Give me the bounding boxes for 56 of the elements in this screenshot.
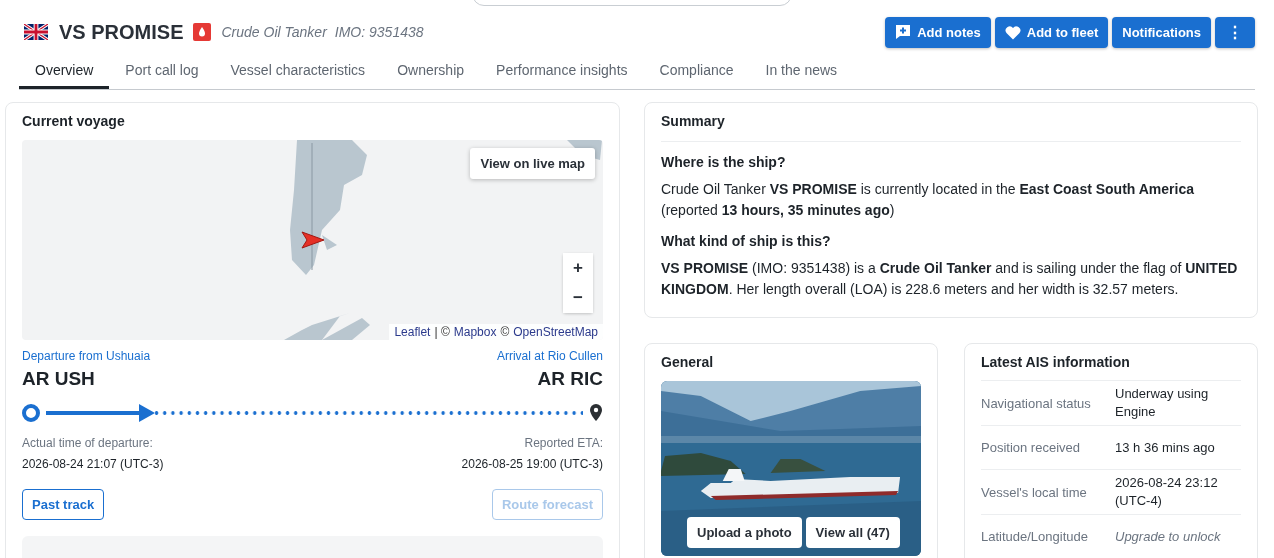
time-label: Actual time of departure: [22, 436, 154, 450]
tab[interactable]: Performance insights [480, 54, 644, 89]
time-value: 2026-08-24 21:07 (UTC-3) [22, 457, 164, 471]
photo-button[interactable]: View all (47) [805, 517, 900, 548]
vessel-name: VS PROMISE [59, 20, 184, 44]
attribution-text: © [500, 325, 510, 339]
field-value: Underway using Engine [1115, 385, 1210, 421]
tab[interactable]: Vessel characteristics [214, 54, 382, 89]
tab[interactable]: Port call log [109, 54, 215, 89]
oil-drop-icon [193, 23, 212, 41]
heart-icon [1004, 24, 1021, 40]
section-heading: What kind of ship is this? [661, 233, 832, 249]
arrival-link[interactable]: Arrival at Rio Cullen [496, 349, 603, 363]
note-add-icon [895, 24, 912, 40]
card-title: General [661, 354, 715, 370]
field-label: Latitude/Longitude [981, 529, 1089, 544]
field-label: Navigational status [981, 395, 1092, 411]
zoom-in-button[interactable]: + [563, 253, 593, 283]
card-title: Current voyage [22, 113, 126, 129]
origin-icon [22, 404, 40, 422]
summary-paragraph: Crude Oil Tanker VS PROMISE is currently located in the East Coast South America (reported 13 hours, 35 minutes ago) [661, 180, 1195, 220]
tab[interactable]: Ownership [381, 54, 481, 89]
photo-button[interactable]: Upload a photo [687, 517, 802, 548]
field-label: Vessel's local time [981, 484, 1088, 500]
port-code: AR USH [22, 368, 96, 390]
action-button[interactable]: Add notes [885, 16, 991, 48]
location-pin-icon [589, 404, 603, 422]
tab[interactable]: Compliance [643, 54, 750, 89]
ship-marker-icon [301, 231, 325, 249]
attribution-link[interactable]: Leaflet [394, 325, 431, 339]
field-label: Position received [981, 440, 1081, 455]
live-map-button[interactable]: View on live map [470, 148, 595, 179]
field-value: 13 h 36 mins ago [1115, 438, 1216, 457]
tab[interactable]: Overview [19, 54, 110, 89]
zoom-out-button[interactable]: − [563, 283, 593, 313]
flag-icon [24, 24, 48, 40]
attribution-text: | © [434, 325, 450, 339]
attribution-link[interactable]: OpenStreetMap [513, 325, 598, 339]
more-button[interactable]: ⋮ [1215, 16, 1255, 48]
tab[interactable]: In the news [749, 54, 854, 89]
departure-link[interactable]: Departure from Ushuaia [22, 349, 151, 363]
vessel-type: Crude Oil Tanker [221, 24, 327, 40]
attribution-link[interactable]: Mapbox [453, 325, 497, 339]
summary-paragraph: VS PROMISE (IMO: 9351438) is a Crude Oil Tanker and is sailing under the flag of UNITED KINGDOM. Her length overall (LOA) is 228.6 meters and her width is 32.57 meters. [661, 259, 1239, 299]
imo-number: IMO: 9351438 [334, 24, 424, 40]
section-heading: Where is the ship? [661, 154, 787, 170]
card-title: Summary [661, 113, 1241, 142]
card-title: Latest AIS information [981, 354, 1131, 370]
action-button[interactable]: Add to fleet [994, 16, 1109, 48]
field-value: 2026-08-24 23:12 (UTC-4) [1115, 474, 1219, 510]
outline-button[interactable]: Past track [22, 489, 105, 520]
action-button[interactable]: Notifications [1112, 16, 1211, 48]
time-value: 2026-08-25 19:00 (UTC-3) [461, 457, 603, 471]
field-value: Upgrade to unlock [1115, 527, 1222, 546]
port-code: AR RIC [536, 368, 603, 390]
time-label: Reported ETA: [523, 436, 603, 450]
